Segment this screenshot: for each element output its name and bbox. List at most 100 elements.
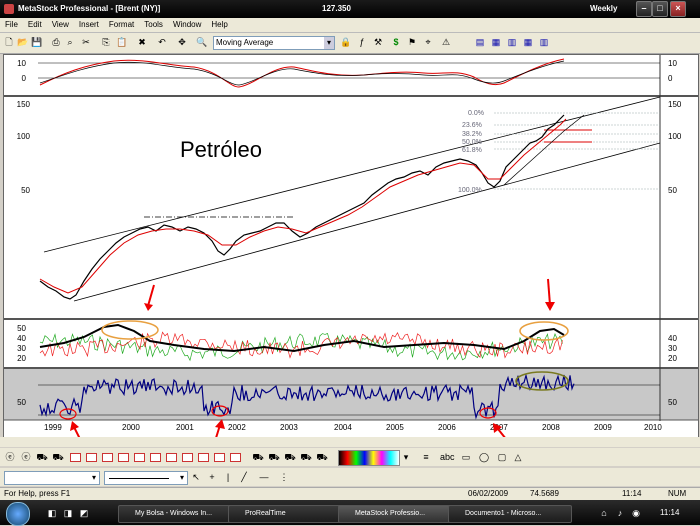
menu-item-edit[interactable]: Edit (23, 18, 47, 32)
close-icon[interactable]: × (670, 1, 686, 17)
fibonacci-icon[interactable]: ⋮ (278, 471, 290, 483)
tile-icon[interactable]: ▦ (490, 36, 502, 48)
print-preview-icon[interactable]: ⌕ (64, 36, 76, 48)
ellipse-icon[interactable]: ◯ (478, 451, 490, 463)
crosshair-icon[interactable]: + (206, 471, 218, 483)
menu-item-file[interactable]: File (0, 18, 23, 32)
price-axis-right-100: 100 (668, 132, 682, 141)
color-palette[interactable] (338, 450, 400, 466)
new-icon[interactable]: 🗋 (3, 36, 15, 48)
symbol-icon[interactable] (118, 453, 129, 462)
chevron-down-icon[interactable]: ▾ (89, 472, 99, 484)
binoculars-icon[interactable]: ⌖ (422, 36, 434, 48)
move-icon[interactable]: ✥ (176, 36, 188, 48)
line-style-select[interactable]: ▾ (104, 471, 188, 485)
dollar-icon[interactable]: $ (390, 36, 402, 48)
chart-window[interactable]: 10 0 10 0 150 100 50 150 100 50 0.0% 23.… (3, 54, 699, 439)
save-icon[interactable]: 💾 (31, 36, 43, 48)
undo-icon[interactable]: ↶ (156, 36, 168, 48)
symbol-icon[interactable] (70, 453, 81, 462)
paste-icon[interactable]: 📋 (116, 36, 128, 48)
lock-icon[interactable]: 🔒 (340, 36, 352, 48)
tray-icon[interactable]: ◉ (630, 507, 642, 519)
task-documento1[interactable]: Documento1 - Microso... (448, 505, 572, 523)
text-icon[interactable]: abc (440, 451, 455, 463)
expert-icon[interactable]: ⚑ (406, 36, 418, 48)
year-label: 2005 (386, 423, 404, 432)
ie-icon[interactable]: ⓔ (20, 451, 32, 463)
menu-item-window[interactable]: Window (168, 18, 206, 32)
fib-23: 23.6% (462, 122, 482, 129)
chevron-down-icon[interactable]: ▾ (177, 472, 187, 484)
symbol-icon[interactable] (198, 453, 209, 462)
layout-icon[interactable]: ▤ (474, 36, 486, 48)
car-icon[interactable]: ⛟ (36, 451, 48, 463)
delete-icon[interactable]: ✖ (136, 36, 148, 48)
chart-scrollbar[interactable] (0, 437, 700, 447)
formula-icon[interactable]: ƒ (356, 36, 368, 48)
ie-icon[interactable]: ⓔ (4, 451, 16, 463)
cascade-icon[interactable]: ▥ (506, 36, 518, 48)
chevron-down-icon[interactable]: ▾ (400, 451, 412, 463)
alert-icon[interactable]: ⚠ (440, 36, 452, 48)
symbol-icon[interactable] (166, 453, 177, 462)
price-axis-right-150: 150 (668, 100, 682, 109)
triangle-icon[interactable]: △ (512, 451, 524, 463)
menu-item-format[interactable]: Format (104, 18, 139, 32)
pointer-icon[interactable]: ↖ (190, 471, 202, 483)
main-toolbar: 🗋 📂 💾 ⎙ ⌕ ✂ ⎘ 📋 ✖ ↶ ✥ 🔍 Moving Average ▾… (0, 33, 700, 54)
quicklaunch-icon[interactable]: ◩ (78, 507, 90, 519)
menu-item-tools[interactable]: Tools (139, 18, 168, 32)
car-icon[interactable]: ⛟ (252, 451, 264, 463)
car-icon[interactable]: ⛟ (52, 451, 64, 463)
maximize-icon[interactable]: □ (652, 1, 668, 17)
car-icon[interactable]: ⛟ (316, 451, 328, 463)
status-date: 06/02/2009 (468, 489, 509, 498)
network-icon[interactable]: ⌂ (598, 507, 610, 519)
task-metastock[interactable]: MetaStock Professio... (338, 505, 462, 523)
symbol-icon[interactable] (150, 453, 161, 462)
menu-bar: File Edit View Insert Format Tools Window Help (0, 18, 700, 33)
task-my-bolsa[interactable]: My Bolsa - Windows In... (118, 505, 242, 523)
line-width-icon[interactable]: ≡ (420, 451, 432, 463)
symbol-icon[interactable] (102, 453, 113, 462)
symbol-icon[interactable] (86, 453, 97, 462)
app-icon[interactable] (4, 4, 14, 14)
symbol-icon[interactable] (134, 453, 145, 462)
car-icon[interactable]: ⛟ (268, 451, 280, 463)
fib-0: 0.0% (468, 110, 484, 117)
style-select[interactable]: ▾ (4, 471, 100, 485)
vertical-line-icon[interactable]: | (222, 471, 234, 483)
chevron-down-icon[interactable]: ▾ (324, 37, 334, 49)
symbol-icon[interactable] (230, 453, 241, 462)
cut-icon[interactable]: ✂ (80, 36, 92, 48)
menu-item-insert[interactable]: Insert (74, 18, 104, 32)
print-icon[interactable]: ⎙ (50, 36, 62, 48)
indicator-select-value: Moving Average (216, 38, 274, 47)
volume-icon[interactable]: ♪ (614, 507, 626, 519)
split-icon[interactable]: ▥ (538, 36, 550, 48)
horizontal-line-icon[interactable]: — (258, 471, 270, 483)
menu-item-view[interactable]: View (47, 18, 74, 32)
car-icon[interactable]: ⛟ (284, 451, 296, 463)
menu-item-help[interactable]: Help (206, 18, 232, 32)
rectangle-icon[interactable]: ▢ (496, 451, 508, 463)
explorer-icon[interactable]: ⚒ (372, 36, 384, 48)
copy-icon[interactable]: ⎘ (100, 36, 112, 48)
zoom-icon[interactable]: 🔍 (196, 36, 208, 48)
start-button[interactable] (6, 502, 30, 526)
minimize-icon[interactable]: – (636, 1, 652, 17)
quicklaunch-icon[interactable]: ◧ (46, 507, 58, 519)
trendline-icon[interactable]: ╱ (238, 471, 250, 483)
symbol-icon[interactable] (182, 453, 193, 462)
task-prorealtime[interactable]: ProRealTime (228, 505, 352, 523)
momentum-axis-left-10: 10 (17, 59, 26, 68)
indicator-select[interactable]: Moving Average ▾ (213, 36, 335, 50)
grid-icon[interactable]: ▦ (522, 36, 534, 48)
rectangle-icon[interactable]: ▭ (460, 451, 472, 463)
quicklaunch-icon[interactable]: ◨ (62, 507, 74, 519)
symbol-icon[interactable] (214, 453, 225, 462)
car-icon[interactable]: ⛟ (300, 451, 312, 463)
price-axis-right-50: 50 (668, 186, 677, 195)
open-icon[interactable]: 📂 (17, 36, 29, 48)
